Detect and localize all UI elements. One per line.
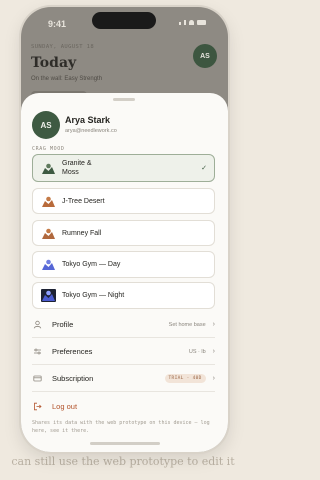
mood-label: Granite & Moss <box>62 160 92 176</box>
gym-night-icon <box>41 289 56 302</box>
mood-label: J-Tree Desert <box>62 197 105 205</box>
status-bar: 9:41 <box>21 7 228 35</box>
background-subtitle: On the wall: Easy Strength <box>31 76 103 82</box>
background-caption: can still use the web prototype to edit … <box>11 455 235 468</box>
granite-moss-icon <box>41 161 56 175</box>
status-time: 9:41 <box>48 19 67 29</box>
mood-option-j-tree-desert[interactable]: J-Tree Desert <box>32 188 215 214</box>
mood-label: Rumney Fall <box>62 229 102 237</box>
user-name: Arya Stark <box>65 115 111 125</box>
crag-mood-label: CRAG MOOD <box>32 146 65 152</box>
card-icon <box>32 374 42 384</box>
desert-rock-icon <box>41 195 56 208</box>
trial-badge: TRIAL · 40D <box>164 374 206 383</box>
checkmark-icon: ✓ <box>201 165 207 172</box>
chevron-right-icon: › <box>212 321 215 328</box>
mood-option-tokyo-gym-night[interactable]: Tokyo Gym — Night <box>32 282 215 309</box>
background-avatar: AS <box>193 44 217 68</box>
mood-option-tokyo-gym-day[interactable]: Tokyo Gym — Day <box>32 251 215 278</box>
subscription-label: Subscription <box>52 374 94 383</box>
subscription-row[interactable]: Subscription TRIAL · 40D › <box>32 366 215 392</box>
profile-label: Profile <box>52 320 74 329</box>
home-indicator <box>90 442 160 445</box>
person-icon <box>32 320 42 330</box>
background-title: Today <box>31 55 77 71</box>
phone-frame: SUNDAY, AUGUST 18 Today On the wall: Eas… <box>21 7 228 452</box>
mood-option-rumney-fall[interactable]: Rumney Fall <box>32 220 215 246</box>
preferences-value: US · lb <box>188 348 206 355</box>
profile-row[interactable]: Profile Set home base › <box>32 312 215 338</box>
status-icons <box>179 20 206 25</box>
chevron-right-icon: › <box>212 348 215 355</box>
logout-label: Log out <box>52 401 78 411</box>
battery-icon <box>197 20 206 25</box>
user-email: arya@needlework.co <box>65 128 117 134</box>
mood-label: Tokyo Gym — Night <box>62 292 125 299</box>
sheet-grabber[interactable] <box>113 98 135 101</box>
footnote: Shares its data with the web prototype o… <box>32 420 210 434</box>
dynamic-island <box>92 12 156 29</box>
gym-day-icon <box>41 258 56 271</box>
preferences-label: Preferences <box>52 347 93 356</box>
signal-bar-icon <box>184 20 186 25</box>
fall-rock-icon <box>41 227 56 240</box>
avatar: AS <box>32 111 60 139</box>
mood-option-granite-moss[interactable]: Granite & Moss ✓ <box>32 154 215 182</box>
logout-row[interactable]: Log out <box>32 393 215 419</box>
mood-label: Tokyo Gym — Day <box>62 261 121 268</box>
profile-value: Set home base <box>168 321 206 328</box>
logout-icon <box>32 401 42 411</box>
wifi-icon <box>189 20 194 25</box>
sliders-icon <box>32 347 42 357</box>
signal-icon <box>179 22 181 25</box>
preferences-row[interactable]: Preferences US · lb › <box>32 339 215 365</box>
background-greeting: SUNDAY, AUGUST 18 <box>31 44 95 50</box>
account-sheet: AS Arya Stark arya@needlework.co CRAG MO… <box>21 93 228 452</box>
chevron-right-icon: › <box>212 375 215 382</box>
